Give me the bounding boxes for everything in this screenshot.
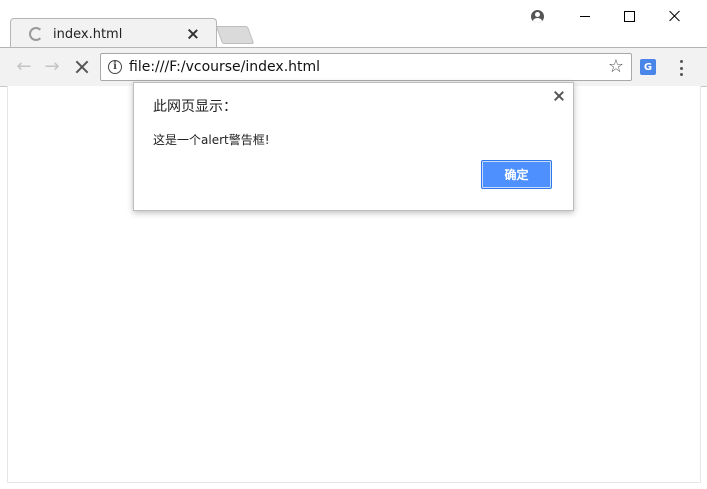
star-icon[interactable]: ☆ <box>608 58 624 76</box>
close-window-button[interactable] <box>660 6 690 26</box>
maximize-button[interactable] <box>614 6 644 26</box>
alert-dialog: 此网页显示： 这是一个alert警告框! 确定 <box>133 82 574 211</box>
browser-window: index.html ← → i file:///F:/vcourse/inde… <box>0 0 707 489</box>
new-tab-button[interactable] <box>215 26 255 44</box>
tab-close-icon[interactable] <box>186 27 200 41</box>
maximize-icon <box>623 10 635 22</box>
menu-dot <box>679 73 683 76</box>
menu-dot <box>679 66 683 70</box>
forward-arrow-icon[interactable]: → <box>42 57 62 77</box>
url-text[interactable]: file:///F:/vcourse/index.html <box>129 59 608 75</box>
browser-toolbar: ← → i file:///F:/vcourse/index.html ☆ G <box>0 47 707 87</box>
title-bar: index.html <box>0 0 707 49</box>
dialog-close-icon[interactable] <box>553 90 565 102</box>
menu-dot <box>679 60 683 63</box>
profile-icon <box>530 9 544 23</box>
tab-content: index.html <box>27 19 200 49</box>
close-icon <box>668 9 682 23</box>
dialog-title: 此网页显示： <box>153 99 237 115</box>
stop-icon <box>74 59 90 75</box>
address-bar[interactable]: i file:///F:/vcourse/index.html ☆ <box>100 53 632 81</box>
info-icon[interactable]: i <box>108 60 122 74</box>
tab-loading-icon <box>29 27 43 41</box>
dialog-message: 这是一个alert警告框! <box>153 133 270 147</box>
minimize-icon <box>580 15 590 17</box>
ok-button[interactable]: 确定 <box>481 160 552 189</box>
browser-tab[interactable]: index.html <box>10 18 217 49</box>
menu-icon[interactable] <box>677 59 685 77</box>
translate-icon[interactable]: G <box>640 59 656 75</box>
back-arrow-icon[interactable]: ← <box>14 57 34 77</box>
profile-button[interactable] <box>522 6 552 26</box>
minimize-button[interactable] <box>570 6 600 26</box>
stop-button[interactable] <box>72 57 92 77</box>
tab-title: index.html <box>53 26 123 42</box>
